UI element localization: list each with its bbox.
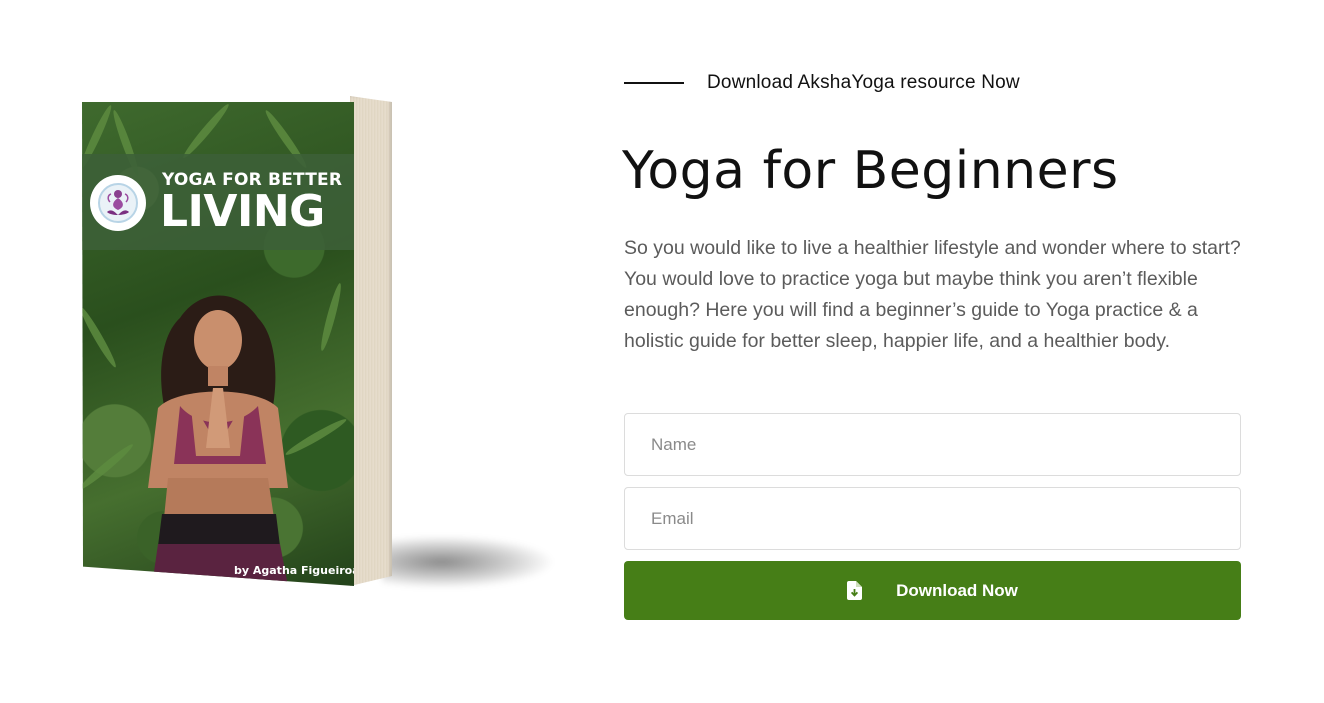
ebook-cover-image: YOGA FOR BETTER LIVING by Agatha Figueir… <box>82 96 552 596</box>
email-input[interactable] <box>624 487 1241 550</box>
download-now-label: Download Now <box>896 580 1018 600</box>
book-front-cover: YOGA FOR BETTER LIVING by Agatha Figueir… <box>82 102 354 586</box>
foliage-leaf <box>180 102 232 161</box>
page-title: Yoga for Beginners <box>622 141 1119 201</box>
description-text: So you would like to live a healthier li… <box>624 237 1241 352</box>
book-shadow <box>382 536 552 588</box>
eyebrow: Download AkshaYoga resource Now <box>624 70 1020 96</box>
foliage-leaf <box>318 282 344 352</box>
meditating-woman-figure <box>148 295 288 586</box>
cover-author: by Agatha Figueiroa <box>234 564 354 577</box>
foliage-leaf <box>82 304 119 370</box>
book-page-edges <box>350 96 392 586</box>
file-download-icon <box>847 581 863 600</box>
eyebrow-divider-line <box>624 82 684 84</box>
name-input[interactable] <box>624 413 1241 476</box>
akshayoga-logo <box>90 175 146 231</box>
eyebrow-text: Download AkshaYoga resource Now <box>707 72 1020 93</box>
download-now-button[interactable]: Download Now <box>624 561 1241 620</box>
download-section: YOGA FOR BETTER LIVING by Agatha Figueir… <box>0 0 1324 703</box>
cover-title-main: LIVING <box>160 186 325 237</box>
